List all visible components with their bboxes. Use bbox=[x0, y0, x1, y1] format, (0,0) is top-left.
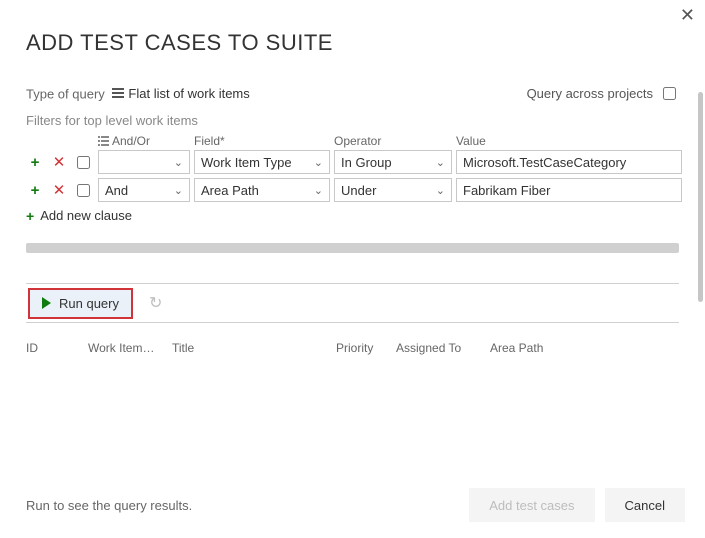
refresh-icon: ↻ bbox=[149, 295, 162, 312]
query-across-checkbox[interactable] bbox=[663, 87, 676, 100]
operator-select[interactable]: In Group ⌄ bbox=[334, 150, 452, 174]
results-toolbar: Run query ↻ bbox=[26, 283, 679, 323]
operator-select[interactable]: Under ⌄ bbox=[334, 178, 452, 202]
value-input[interactable]: Microsoft.TestCaseCategory bbox=[456, 150, 682, 174]
insert-clause-button[interactable]: + bbox=[26, 153, 44, 171]
x-icon: ✕ bbox=[53, 183, 66, 198]
play-icon bbox=[42, 297, 51, 309]
field-select[interactable]: Area Path ⌄ bbox=[194, 178, 330, 202]
hdr-value: Value bbox=[456, 134, 682, 148]
dialog-add-test-cases: ✕ ADD TEST CASES TO SUITE Type of query … bbox=[0, 0, 705, 538]
type-of-query-label: Type of query bbox=[26, 86, 105, 101]
field-value: Work Item Type bbox=[201, 155, 292, 170]
query-type-row: Type of query Flat list of work items Qu… bbox=[26, 84, 679, 103]
dialog-footer: Run to see the query results. Add test c… bbox=[26, 488, 685, 522]
flat-list-icon bbox=[112, 88, 124, 98]
hdr-field: Field* bbox=[194, 134, 330, 148]
col-id: ID bbox=[26, 341, 84, 355]
footer-message: Run to see the query results. bbox=[26, 498, 192, 513]
clause-row: + ✕ ⌄ Work Item Type ⌄ In Group ⌄ Microsof… bbox=[26, 150, 679, 174]
value-input[interactable]: Fabrikam Fiber bbox=[456, 178, 682, 202]
clause-checkbox-wrap bbox=[74, 181, 92, 199]
andor-select[interactable]: ⌄ bbox=[98, 150, 190, 174]
andor-value: And bbox=[105, 183, 128, 198]
operator-value: In Group bbox=[341, 155, 392, 170]
query-across-projects[interactable]: Query across projects bbox=[527, 84, 679, 103]
col-priority: Priority bbox=[336, 341, 392, 355]
field-value: Area Path bbox=[201, 183, 259, 198]
value-text: Fabrikam Fiber bbox=[463, 183, 550, 198]
query-across-label: Query across projects bbox=[527, 86, 653, 101]
remove-clause-button[interactable]: ✕ bbox=[50, 153, 68, 171]
insert-clause-button[interactable]: + bbox=[26, 181, 44, 199]
plus-icon: + bbox=[31, 183, 40, 198]
run-query-label: Run query bbox=[59, 296, 119, 311]
query-type-text: Flat list of work items bbox=[128, 86, 249, 101]
refresh-button[interactable]: ↻ bbox=[145, 289, 166, 317]
cancel-button[interactable]: Cancel bbox=[605, 488, 685, 522]
scrollbar[interactable] bbox=[698, 92, 703, 302]
andor-select[interactable]: And ⌄ bbox=[98, 178, 190, 202]
col-title: Title bbox=[172, 341, 332, 355]
remove-clause-button[interactable]: ✕ bbox=[50, 181, 68, 199]
clause-checkbox-wrap bbox=[74, 153, 92, 171]
clause-checkbox[interactable] bbox=[77, 156, 90, 169]
chevron-down-icon: ⌄ bbox=[174, 156, 183, 169]
clause-header-row: And/Or Field* Operator Value bbox=[26, 134, 679, 148]
col-work-item-type: Work Item… bbox=[88, 341, 168, 355]
col-assigned-to: Assigned To bbox=[396, 341, 486, 355]
run-query-button[interactable]: Run query bbox=[28, 288, 133, 319]
hdr-andor: And/Or bbox=[112, 134, 150, 148]
add-new-clause-button[interactable]: + Add new clause bbox=[26, 208, 679, 223]
value-text: Microsoft.TestCaseCategory bbox=[463, 155, 626, 170]
add-new-clause-label: Add new clause bbox=[40, 208, 132, 223]
result-columns: ID Work Item… Title Priority Assigned To… bbox=[26, 341, 679, 355]
chevron-down-icon: ⌄ bbox=[436, 156, 445, 169]
horizontal-scrollbar[interactable] bbox=[26, 243, 679, 253]
add-test-cases-button[interactable]: Add test cases bbox=[469, 488, 594, 522]
hdr-operator: Operator bbox=[334, 134, 452, 148]
filters-caption: Filters for top level work items bbox=[26, 113, 679, 128]
dialog-title: ADD TEST CASES TO SUITE bbox=[26, 30, 679, 56]
chevron-down-icon: ⌄ bbox=[436, 184, 445, 197]
chevron-down-icon: ⌄ bbox=[314, 184, 323, 197]
list-icon bbox=[98, 136, 109, 146]
operator-value: Under bbox=[341, 183, 376, 198]
chevron-down-icon: ⌄ bbox=[174, 184, 183, 197]
x-icon: ✕ bbox=[53, 155, 66, 170]
field-select[interactable]: Work Item Type ⌄ bbox=[194, 150, 330, 174]
clause-row: + ✕ And ⌄ Area Path ⌄ Under ⌄ Fabrikam Fibe… bbox=[26, 178, 679, 202]
plus-icon: + bbox=[31, 155, 40, 170]
col-area-path: Area Path bbox=[490, 341, 610, 355]
plus-icon: + bbox=[26, 209, 34, 223]
close-icon[interactable]: ✕ bbox=[680, 6, 695, 24]
query-type-selector[interactable]: Flat list of work items bbox=[112, 86, 249, 101]
chevron-down-icon: ⌄ bbox=[314, 156, 323, 169]
clause-checkbox[interactable] bbox=[77, 184, 90, 197]
